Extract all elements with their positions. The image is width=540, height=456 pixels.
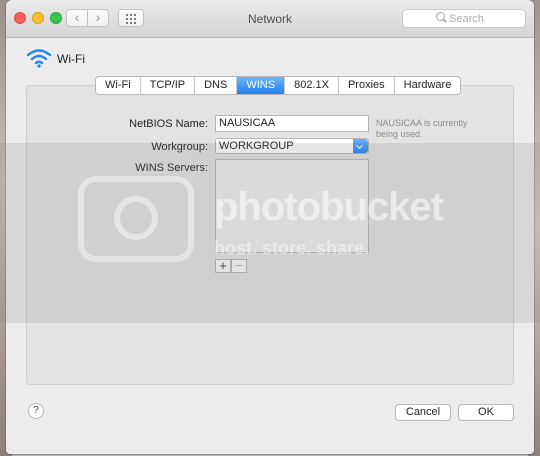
tab-wins[interactable]: WINS: [237, 77, 286, 94]
titlebar: ‹ › Network Search: [6, 0, 534, 38]
tab-tcpip[interactable]: TCP/IP: [141, 77, 196, 94]
tab-hardware[interactable]: Hardware: [395, 77, 461, 94]
ok-button[interactable]: OK: [458, 404, 514, 421]
watermark-title: photobucket: [214, 185, 444, 229]
interface-name: Wi-Fi: [57, 52, 85, 66]
tab-8021x[interactable]: 802.1X: [285, 77, 339, 94]
cancel-button[interactable]: Cancel: [395, 404, 451, 421]
tab-dns[interactable]: DNS: [195, 77, 238, 94]
netbios-name-hint: NAUSICAA is currently being used.: [376, 118, 468, 139]
tab-proxies[interactable]: Proxies: [339, 77, 395, 94]
tab-wifi[interactable]: Wi-Fi: [96, 77, 141, 94]
search-input[interactable]: Search: [402, 9, 526, 28]
watermark-logo: [78, 176, 194, 262]
help-icon[interactable]: ?: [28, 403, 44, 419]
tab-bar: Wi-Fi TCP/IP DNS WINS 802.1X Proxies Har…: [95, 76, 462, 95]
netbios-name-field[interactable]: NAUSICAA: [215, 115, 369, 132]
netbios-name-label: NetBIOS Name:: [129, 118, 208, 130]
search-icon: [436, 12, 445, 21]
watermark-subtitle: host. store. share.: [214, 238, 370, 258]
search-placeholder: Search: [449, 13, 484, 25]
wifi-icon: [26, 49, 52, 68]
